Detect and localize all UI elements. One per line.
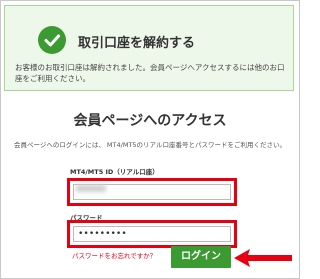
- account-id-highlight: [67, 178, 237, 206]
- password-input[interactable]: •••••••••: [73, 226, 231, 242]
- notice-message: お客様のお取引口座は解約されました。会員ページへアクセスするには他のお口座をご利…: [15, 63, 285, 83]
- login-button[interactable]: ログイン: [171, 246, 231, 268]
- password-highlight: •••••••••: [67, 220, 237, 248]
- redacted-account-id: [76, 185, 106, 192]
- check-circle-icon: [38, 26, 66, 54]
- forgot-password-link[interactable]: パスワードをお忘れですか？: [72, 250, 156, 260]
- pointer-arrow-icon: [234, 249, 292, 267]
- login-section-title: 会員ページへのアクセス: [73, 113, 227, 129]
- account-id-label: MT4/MT5 ID（リアル口座）: [70, 168, 159, 176]
- login-description: 会員ページへのログインには、 MT4/MT5のリアル口座番号とパスワードをご利用…: [14, 141, 286, 149]
- notice-title: 取引口座を解約する: [78, 36, 196, 51]
